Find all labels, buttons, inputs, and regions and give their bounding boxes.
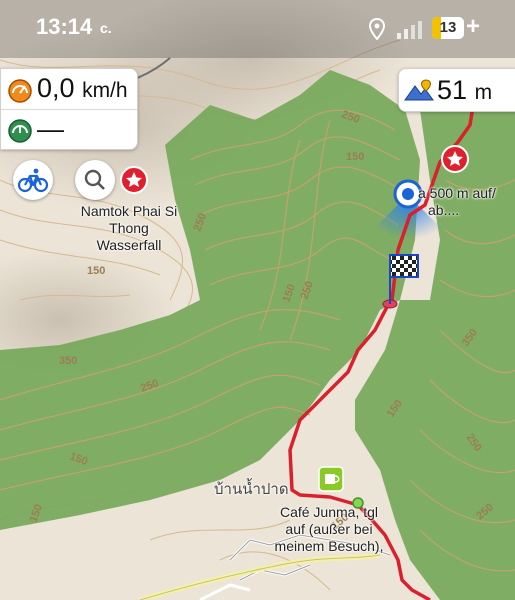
speed-unit: km/h [82, 79, 128, 102]
speed-value: 0,0 [37, 73, 75, 103]
bicycle-profile-button[interactable] [13, 160, 53, 200]
route-note-label[interactable]: a 500 m auf/ ab.... [418, 185, 496, 219]
search-icon [84, 169, 105, 190]
signal-icon [397, 21, 422, 39]
cafe-icon[interactable] [318, 466, 344, 492]
route-note-line: ab.... [428, 202, 460, 218]
current-speed: 0,0 km/h [37, 73, 128, 104]
altitude-unit: m [474, 81, 493, 104]
contour-label: 350 [59, 355, 77, 367]
current-speed-row[interactable]: 0,0 km/h [1, 69, 137, 109]
cafe-label-line: auf (außer bei [285, 521, 373, 537]
contour-label: 150 [346, 151, 364, 163]
status-bar: 13:14 c. 13 + [0, 0, 515, 58]
favorite-star-icon[interactable] [119, 165, 149, 195]
status-carrier-glyph: c. [100, 20, 112, 36]
poi-waterfall-label[interactable]: Namtok Phai Si Thong Wasserfall [74, 203, 184, 254]
altitude-value: 51 [437, 75, 468, 105]
route-note-line: a 500 m auf/ [418, 185, 496, 201]
max-speed-row[interactable]: — [1, 110, 137, 150]
finish-flag-icon[interactable] [389, 254, 419, 278]
battery-level: 13 [439, 19, 457, 36]
altitude-widget[interactable]: 51 m [398, 68, 515, 112]
cafe-label-line: meinem Besuch), [274, 538, 384, 554]
poi-waterfall-line: Thong [109, 220, 149, 236]
favorite-star-icon[interactable] [441, 145, 469, 173]
cafe-label-line: Café Junma, tgl [279, 504, 379, 520]
location-icon [368, 18, 386, 40]
poi-waterfall-line: Namtok Phai Si [80, 203, 178, 219]
speedometer-icon [8, 79, 32, 103]
status-time: 13:14 [36, 14, 93, 39]
altitude-readout: 51 m [437, 75, 492, 106]
speed-widget[interactable]: 0,0 km/h — [0, 68, 138, 150]
cafe-label[interactable]: Café Junma, tgl auf (außer bei meinem Be… [268, 504, 390, 555]
bicycle-icon [17, 168, 49, 193]
battery-icon: 13 [432, 17, 464, 39]
charging-icon: + [466, 13, 481, 40]
search-button[interactable] [75, 160, 115, 200]
contour-label: 150 [87, 265, 105, 277]
altitude-icon [404, 79, 434, 101]
village-label: บ้านน้ำปาด [214, 481, 289, 498]
poi-waterfall-line: Wasserfall [96, 237, 162, 253]
max-speed-icon [8, 119, 32, 143]
max-speed-value: — [37, 114, 64, 144]
